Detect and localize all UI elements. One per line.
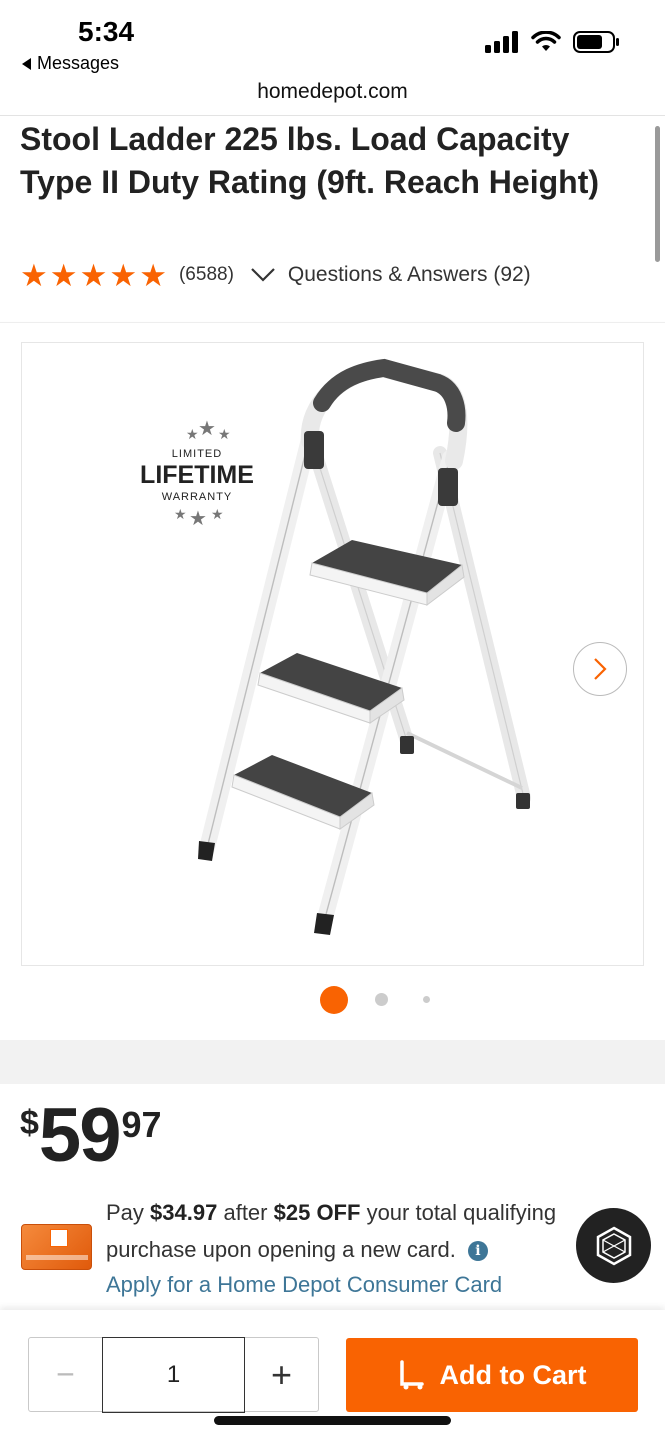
ladder-step — [231, 755, 375, 830]
star-icon: ★ — [49, 257, 78, 293]
warranty-badge: ★ ★ ★ LIMITED LIFETIME WARRANTY ★ ★ ★ — [140, 416, 254, 530]
clock: 5:34 — [78, 16, 135, 47]
questions-answers-link[interactable]: Questions & Answers (92) — [288, 263, 531, 287]
add-to-cart-button[interactable]: Add to Cart — [346, 1338, 638, 1412]
address-bar[interactable]: homedepot.com — [0, 74, 665, 116]
chevron-down-icon[interactable] — [250, 267, 276, 283]
svg-text:★: ★ — [189, 506, 207, 530]
svg-text:★: ★ — [218, 427, 231, 443]
info-icon[interactable]: i — [467, 1241, 488, 1262]
back-arrow-icon — [22, 57, 31, 70]
increase-quantity-button[interactable]: + — [245, 1338, 318, 1411]
dolly-icon — [399, 1360, 424, 1390]
price-dollars: 59 — [38, 1093, 122, 1178]
promo-after-text: after — [223, 1200, 268, 1225]
apply-card-link[interactable]: Apply for a Home Depot Consumer Card — [106, 1266, 502, 1303]
status-icons — [485, 30, 621, 54]
carousel-dots — [0, 986, 665, 1014]
section-divider — [0, 1040, 665, 1084]
price-cents: 97 — [121, 1104, 162, 1145]
review-count[interactable]: (6588) — [179, 264, 234, 286]
promo-discount: $25 OFF — [273, 1200, 361, 1225]
star-icon: ★ — [139, 257, 167, 293]
home-indicator[interactable] — [214, 1416, 451, 1425]
promo-pay-text: Pay — [106, 1200, 144, 1225]
star-icon: ★ — [20, 257, 48, 293]
ladder-step — [309, 540, 465, 607]
star-rating[interactable]: ★ ★ ★ ★ ★ — [20, 260, 167, 291]
product-image[interactable]: ★ ★ ★ LIMITED LIFETIME WARRANTY ★ ★ ★ — [21, 342, 644, 966]
decrease-quantity-button[interactable]: − — [29, 1338, 102, 1411]
chat-button[interactable] — [576, 1208, 651, 1283]
svg-text:★: ★ — [186, 427, 199, 443]
chevron-right-icon — [594, 658, 607, 680]
quantity-input[interactable]: 1 — [102, 1336, 245, 1413]
add-to-cart-label: Add to Cart — [439, 1359, 587, 1390]
step-ladder-illustration: ★ ★ ★ LIMITED LIFETIME WARRANTY ★ ★ ★ — [140, 358, 531, 935]
badge-bottom-text: WARRANTY — [162, 491, 233, 503]
status-bar: 5:34 Messages — [0, 0, 665, 80]
svg-text:★: ★ — [211, 507, 224, 523]
home-depot-logo-icon — [50, 1229, 68, 1247]
battery-icon — [573, 31, 619, 53]
rating-row: ★ ★ ★ ★ ★ (6588) Questions & Answers (92… — [20, 258, 531, 292]
product-price: $ 59 97 — [20, 1093, 162, 1178]
badge-main-text: LIFETIME — [140, 461, 254, 489]
price-currency: $ — [20, 1104, 39, 1142]
svg-text:★: ★ — [198, 416, 216, 440]
badge-top-text: LIMITED — [172, 448, 222, 460]
credit-card-image — [21, 1224, 92, 1270]
carousel-dot[interactable] — [375, 993, 388, 1006]
back-to-messages[interactable]: Messages — [22, 53, 119, 74]
star-icon: ★ — [79, 257, 108, 293]
next-image-button[interactable] — [573, 642, 627, 696]
cellular-signal-icon — [485, 31, 518, 53]
wifi-icon — [531, 31, 561, 51]
back-label: Messages — [37, 53, 120, 73]
url-text: homedepot.com — [257, 80, 408, 103]
svg-text:★: ★ — [174, 507, 187, 523]
carousel-dot[interactable] — [423, 996, 430, 1003]
scrollbar[interactable] — [655, 126, 660, 262]
chat-hexagon-icon — [596, 1226, 631, 1265]
promo-pay-amount: $34.97 — [150, 1200, 218, 1225]
card-promo-text: Pay $34.97 after $25 OFF your total qual… — [106, 1194, 606, 1268]
quantity-stepper: − 1 + — [28, 1336, 319, 1413]
carousel-dot-active[interactable] — [320, 986, 348, 1014]
star-icon: ★ — [109, 257, 138, 293]
product-title: Stool Ladder 225 lbs. Load Capacity Type… — [20, 121, 599, 200]
